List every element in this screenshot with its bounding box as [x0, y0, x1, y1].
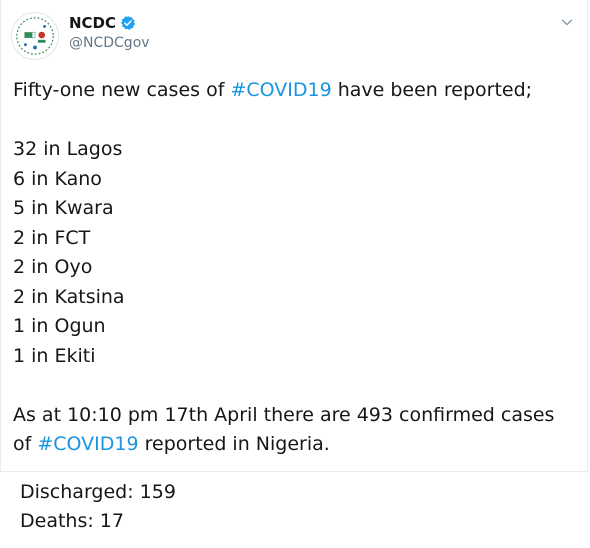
case-line: 5 in Kwara — [13, 197, 114, 219]
intro-line: Fifty-one new cases of #COVID19 have bee… — [13, 76, 583, 106]
case-line: 6 in Kano — [13, 167, 102, 190]
case-line: 32 in Lagos — [13, 138, 123, 160]
intro-after: have been reported; — [331, 79, 533, 101]
case-line: 2 in Oyo — [13, 256, 93, 278]
discharged-stat: Discharged: 159 — [20, 481, 176, 503]
case-line: 2 in FCT — [13, 226, 91, 249]
display-name-row: NCDC — [69, 14, 150, 32]
tweet-text: Fifty-one new cases of #COVID19 have bee… — [13, 76, 583, 460]
ncdc-logo-icon — [13, 14, 57, 58]
author-names: NCDC @NCDCgov — [69, 14, 150, 51]
author-handle[interactable]: @NCDCgov — [69, 35, 150, 51]
summary-line-2: of #COVID19 reported in Nigeria. — [13, 430, 583, 460]
tweet-header: NCDC @NCDCgov — [11, 10, 579, 60]
verified-badge-icon — [120, 15, 136, 31]
summary-before: of — [13, 433, 38, 455]
summary-line-1: As at 10:10 pm 17th April there are 493 … — [13, 403, 555, 426]
display-name[interactable]: NCDC — [69, 14, 116, 32]
tweet-card: NCDC @NCDCgov Fifty-one new cases of #CO… — [0, 0, 588, 472]
intro-before: Fifty-one new cases of — [13, 79, 231, 101]
stats-block: Discharged: 159 Deaths: 17 — [20, 478, 176, 536]
case-line: 1 in Ekiti — [13, 344, 96, 367]
avatar[interactable] — [11, 12, 59, 60]
deaths-stat: Deaths: 17 — [20, 510, 124, 532]
case-line: 1 in Ogun — [13, 315, 106, 337]
summary-after: reported in Nigeria. — [138, 433, 330, 455]
hashtag-link[interactable]: #COVID19 — [37, 433, 138, 455]
case-line: 2 in Katsina — [13, 285, 125, 308]
chevron-down-icon[interactable] — [557, 12, 577, 32]
hashtag-link[interactable]: #COVID19 — [230, 79, 331, 101]
